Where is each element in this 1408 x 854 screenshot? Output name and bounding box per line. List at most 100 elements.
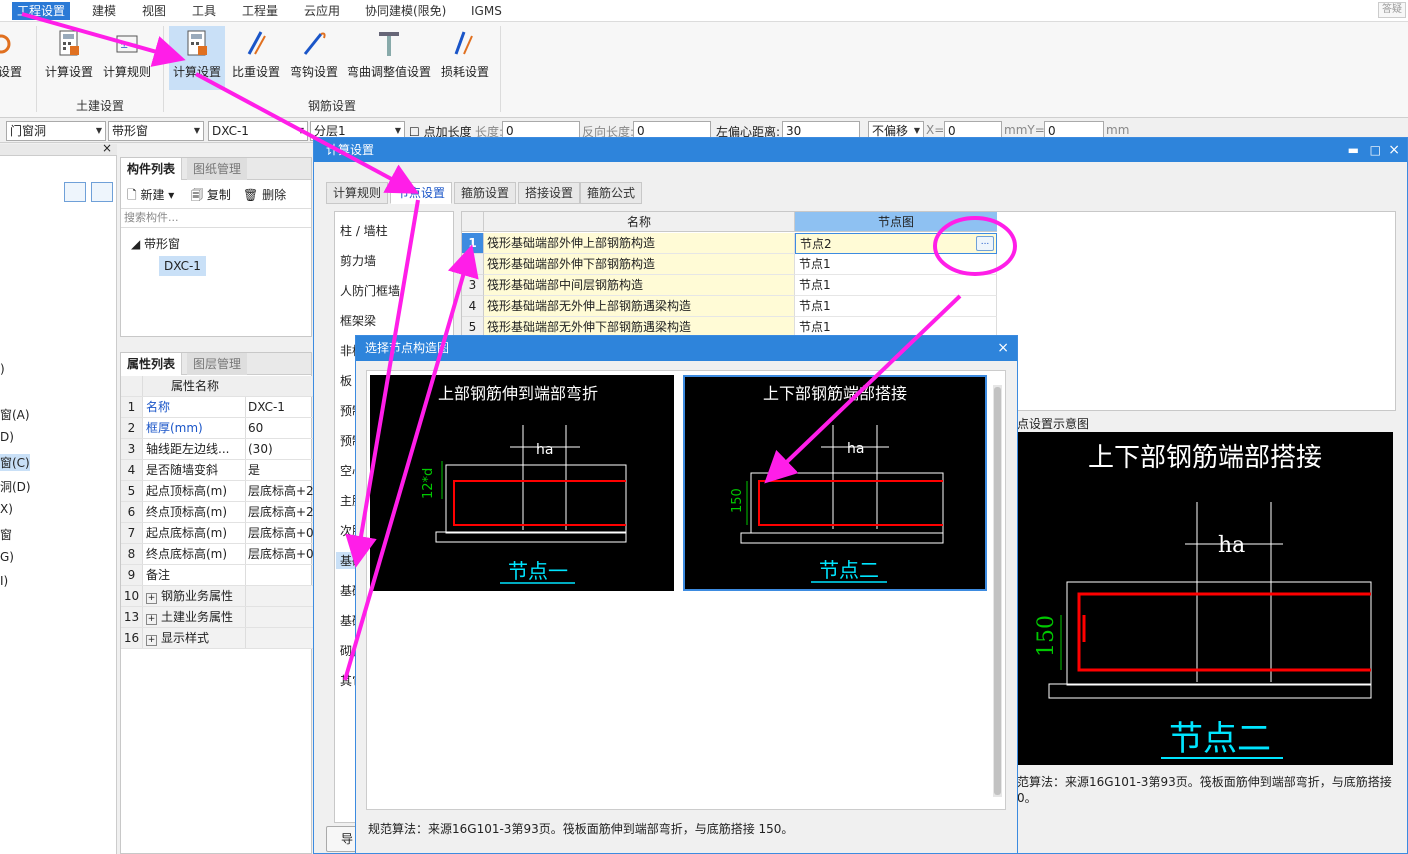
property-value[interactable]: 60 (245, 418, 313, 438)
property-value[interactable]: 层底标高+2 (245, 502, 313, 522)
grid-view-icon[interactable] (91, 182, 113, 202)
nav-item[interactable]: ) (0, 362, 5, 376)
subtype-select[interactable]: 带形窗 ▼ (108, 121, 204, 141)
category-item[interactable]: 柱 / 墙柱 (340, 222, 388, 239)
node-card-1[interactable]: 上部钢筋伸到端部弯折 ha 12*d 节点一 (370, 375, 674, 591)
tab-stirrup-formula[interactable]: 箍筋公式 (580, 182, 643, 204)
tree-node-child[interactable]: DXC-1 (159, 256, 206, 276)
type-select[interactable]: 门窗洞 ▼ (6, 121, 106, 141)
maximize-icon[interactable]: □ (1370, 138, 1381, 162)
category-item[interactable]: 框架梁 (340, 312, 376, 329)
grid-row[interactable]: 3 筏形基础端部中间层钢筋构造 节点1 (462, 275, 997, 296)
settings-icon (0, 34, 11, 54)
tab-component-list[interactable]: 构件列表 (121, 158, 183, 180)
delete-button[interactable]: 🗑 删除 (243, 186, 286, 203)
property-row[interactable]: 10 + 钢筋业务属性 (121, 586, 313, 607)
ribbon-settings-button[interactable]: 设置 (0, 26, 26, 90)
menu-igms[interactable]: IGMS (466, 2, 507, 20)
tab-calc-rules[interactable]: 计算规则 (326, 182, 389, 204)
property-row[interactable]: 3 轴线距左边线... (30) (121, 439, 313, 460)
grid-row-node[interactable]: 节点1 (795, 296, 997, 317)
expand-icon[interactable]: + (146, 593, 157, 604)
component-search-input[interactable]: 搜索构件... (121, 208, 311, 228)
grid-row-node[interactable]: 节点1 (795, 254, 997, 275)
ribbon-loss-button[interactable]: 损耗设置 (438, 26, 492, 90)
property-value[interactable]: 层底标高+0 (245, 544, 313, 564)
property-value[interactable] (245, 586, 313, 606)
close-icon[interactable]: × (102, 141, 112, 155)
tab-property-list[interactable]: 属性列表 (121, 353, 183, 375)
property-value[interactable] (245, 628, 313, 648)
tab-stirrup-settings[interactable]: 箍筋设置 (454, 182, 517, 204)
property-row[interactable]: 9 备注 (121, 565, 313, 586)
nav-item[interactable]: 洞(D) (0, 478, 31, 495)
property-row[interactable]: 5 起点顶标高(m) 层底标高+2 (121, 481, 313, 502)
gallery-scrollbar[interactable] (993, 385, 1002, 797)
property-row[interactable]: 16 + 显示样式 (121, 628, 313, 649)
property-value[interactable]: (30) (245, 439, 313, 459)
menu-modeling[interactable]: 建模 (87, 2, 121, 20)
tab-drawing-manage[interactable]: 图纸管理 (187, 158, 248, 180)
menu-view[interactable]: 视图 (137, 2, 171, 20)
tab-layer-manage[interactable]: 图层管理 (187, 353, 248, 375)
nav-item-selected[interactable]: 窗(C) (0, 454, 30, 471)
help-button[interactable]: 答疑 (1378, 2, 1406, 18)
nav-item[interactable]: 窗 (0, 526, 12, 543)
tab-lap-settings[interactable]: 搭接设置 (518, 182, 581, 204)
expand-icon[interactable]: + (146, 635, 157, 646)
copy-button[interactable]: 🗐 复制 (191, 186, 231, 207)
property-value[interactable] (245, 565, 313, 585)
ribbon-calc-rules-button[interactable]: ±= 计算规则 (100, 26, 154, 90)
property-value[interactable]: DXC-1 (245, 397, 313, 417)
property-row[interactable]: 1 名称 DXC-1 (121, 397, 313, 418)
tree-node-parent[interactable]: ◢ 带形窗 (131, 235, 180, 252)
node-card-2[interactable]: 上下部钢筋端部搭接 ha 150 节点二 (683, 375, 987, 591)
minimize-icon[interactable]: ▬ (1348, 138, 1359, 162)
category-item[interactable]: 剪力墙 (340, 252, 376, 269)
menu-bar: 工程设置 建模 视图 工具 工程量 云应用 协同建模(限免) IGMS 答疑 (0, 0, 1408, 22)
property-value[interactable]: 层底标高+2 (245, 481, 313, 501)
menu-project-settings[interactable]: 工程设置 (12, 2, 71, 20)
ribbon-calc-settings-civil-button[interactable]: 计算设置 (42, 26, 96, 90)
scrollbar-thumb[interactable] (994, 387, 1001, 795)
node-2-dim: 150 (730, 488, 745, 513)
close-icon[interactable]: × (1388, 138, 1400, 162)
grid-row[interactable]: 1 筏形基础端部外伸上部钢筋构造 节点2... (462, 233, 997, 254)
row-number: 13 (121, 607, 143, 627)
property-value[interactable] (245, 607, 313, 627)
menu-tools[interactable]: 工具 (187, 2, 221, 20)
ribbon-bend-adjust-button[interactable]: 弯曲调整值设置 (344, 26, 434, 90)
component-select[interactable]: DXC-1 ▼ (208, 121, 308, 141)
category-item[interactable]: 人防门框墙 (340, 282, 400, 299)
ribbon-calc-settings-rebar-button[interactable]: 计算设置 (169, 26, 225, 90)
property-row[interactable]: 6 终点顶标高(m) 层底标高+2 (121, 502, 313, 523)
tab-node-settings[interactable]: 节点设置 (390, 182, 453, 204)
node-1-dim: 12*d (421, 468, 436, 499)
ribbon-hook-button[interactable]: 弯钩设置 (287, 26, 341, 90)
grid-row-node[interactable]: 节点2... (795, 233, 997, 254)
property-row[interactable]: 4 是否随墙变斜 是 (121, 460, 313, 481)
nav-item[interactable]: 窗(A) (0, 406, 30, 423)
property-row[interactable]: 8 终点底标高(m) 层底标高+0 (121, 544, 313, 565)
property-row[interactable]: 7 起点底标高(m) 层底标高+0 (121, 523, 313, 544)
grid-row[interactable]: 2 筏形基础端部外伸下部钢筋构造 节点1 (462, 254, 997, 275)
property-row[interactable]: 13 + 土建业务属性 (121, 607, 313, 628)
nav-item[interactable]: X) (0, 502, 13, 516)
ribbon-density-button[interactable]: 比重设置 (229, 26, 283, 90)
property-row[interactable]: 2 框厚(mm) 60 (121, 418, 313, 439)
ellipsis-button[interactable]: ... (976, 236, 994, 251)
close-icon[interactable]: × (997, 336, 1009, 361)
grid-row[interactable]: 4 筏形基础端部无外伸上部钢筋遇梁构造 节点1 (462, 296, 997, 317)
new-button[interactable]: 🗋 新建 ▾ (127, 186, 174, 207)
property-value[interactable]: 层底标高+0 (245, 523, 313, 543)
nav-item[interactable]: D) (0, 430, 14, 444)
menu-cloud[interactable]: 云应用 (299, 2, 345, 20)
list-view-icon[interactable] (64, 182, 86, 202)
menu-collab[interactable]: 协同建模(限免) (360, 2, 451, 20)
grid-row-node[interactable]: 节点1 (795, 275, 997, 296)
expand-icon[interactable]: + (146, 614, 157, 625)
property-value[interactable]: 是 (245, 460, 313, 480)
nav-item[interactable]: G) (0, 550, 14, 564)
nav-item[interactable]: I) (0, 574, 8, 588)
menu-quantity[interactable]: 工程量 (237, 2, 283, 20)
